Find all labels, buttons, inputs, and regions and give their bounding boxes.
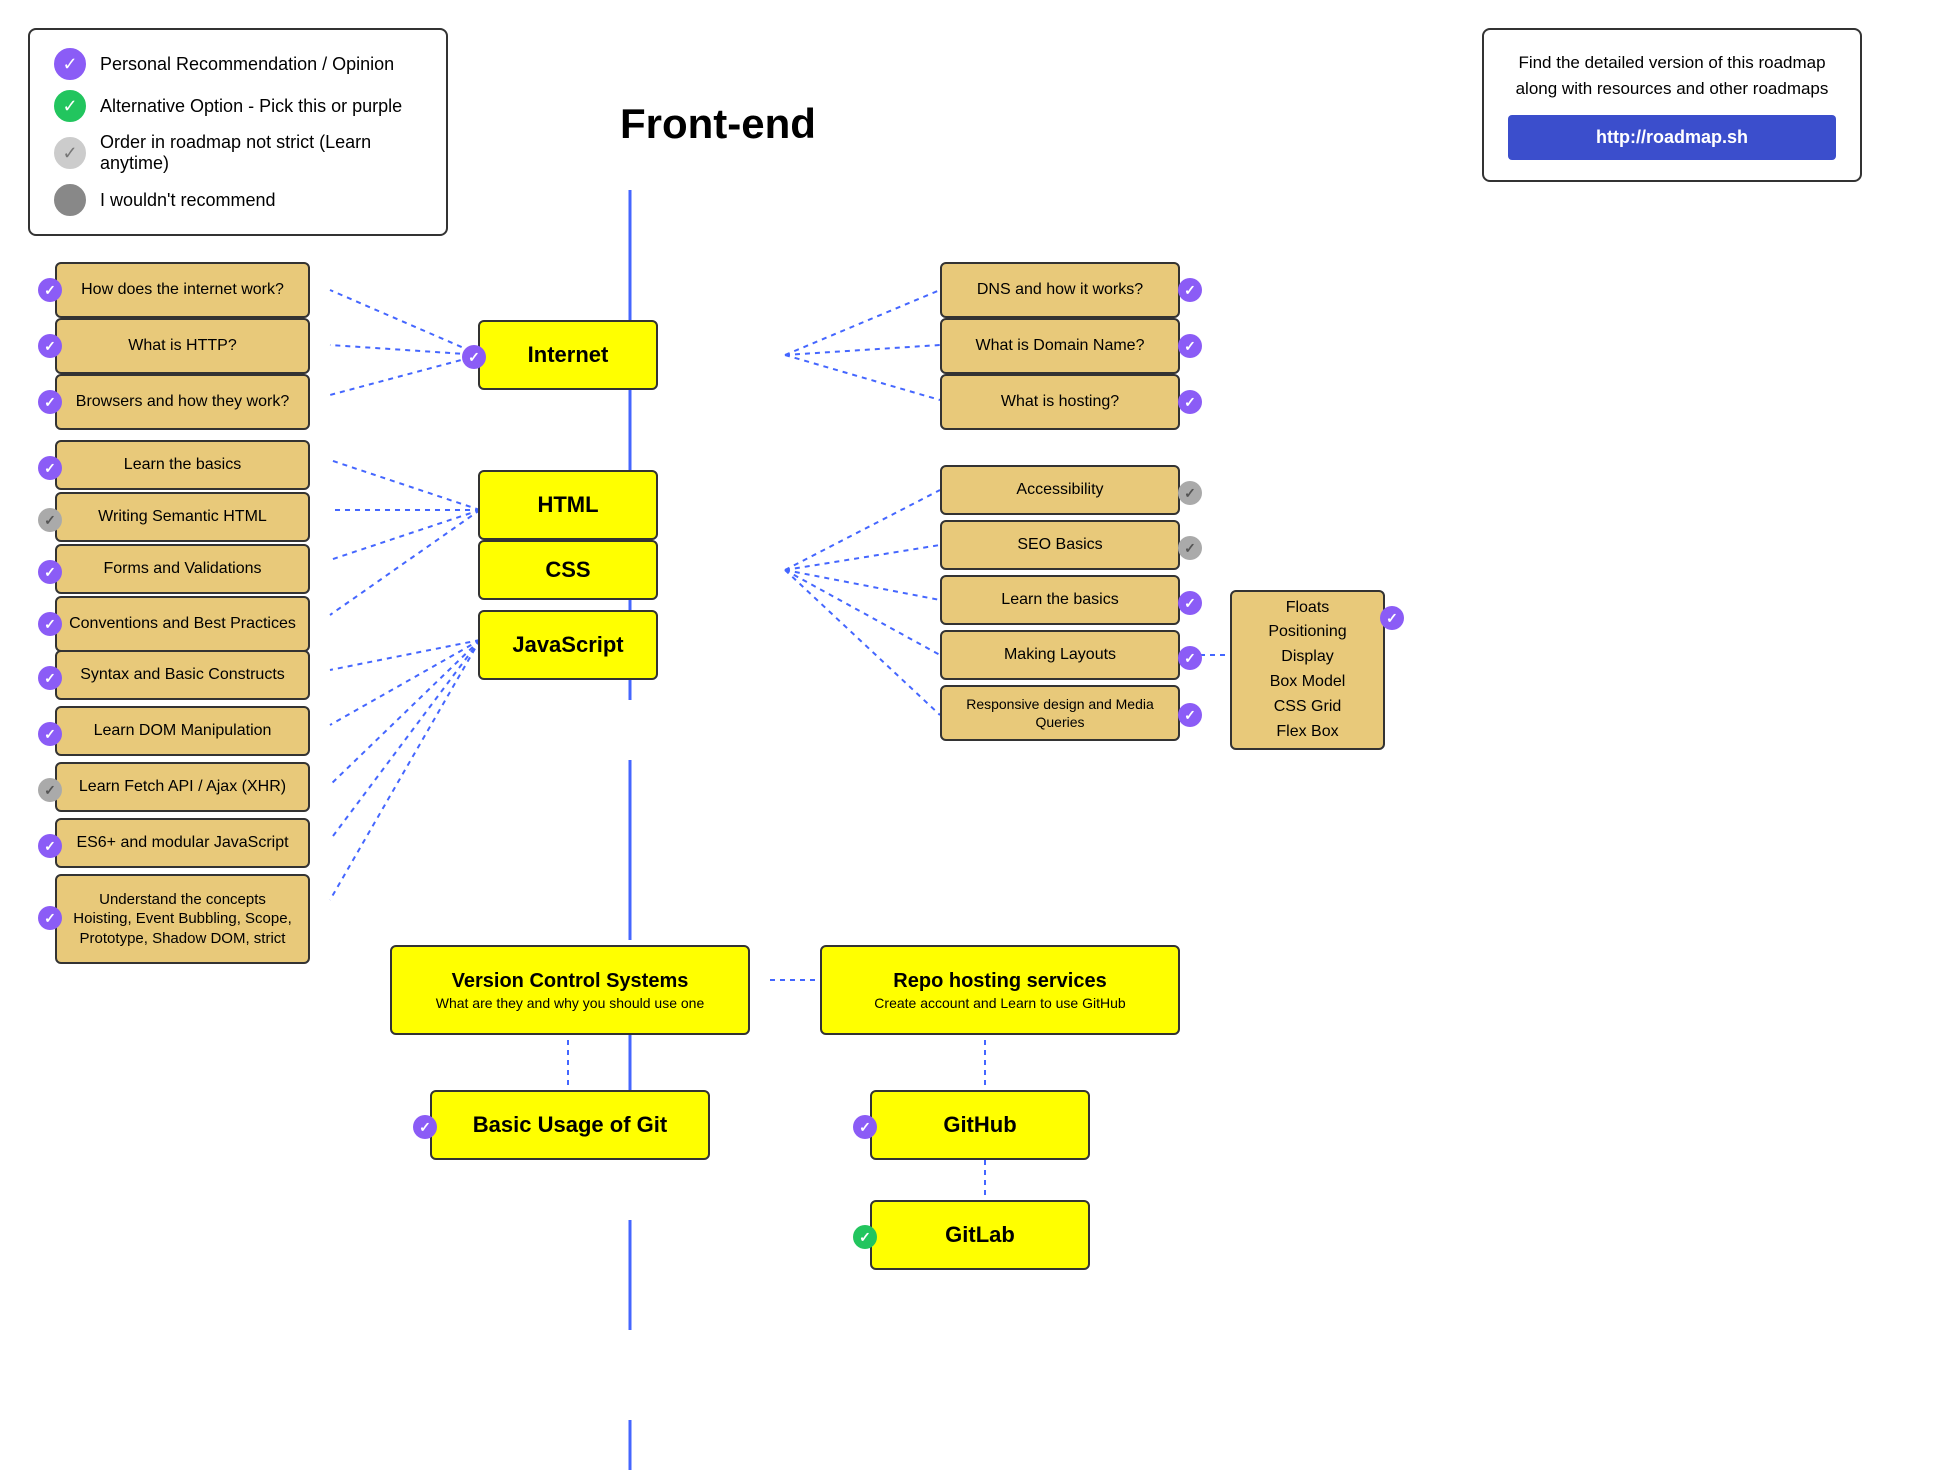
layouts-badge: ✓: [1178, 646, 1202, 670]
making-layouts-node: Making Layouts: [940, 630, 1180, 680]
domain-badge: ✓: [1178, 334, 1202, 358]
semantic-badge: ✓: [38, 508, 62, 532]
dom-manipulation-node: Learn DOM Manipulation: [55, 706, 310, 756]
how-internet-badge: ✓: [38, 278, 62, 302]
seo-badge: ✓: [1178, 536, 1202, 560]
syntax-badge: ✓: [38, 666, 62, 690]
green-check-icon: ✓: [54, 90, 86, 122]
es6-node: ES6+ and modular JavaScript: [55, 818, 310, 868]
dns-node: DNS and how it works?: [940, 262, 1180, 318]
purple-check-icon: ✓: [54, 48, 86, 80]
css-basics-badge: ✓: [1178, 591, 1202, 615]
legend-label-personal: Personal Recommendation / Opinion: [100, 54, 394, 75]
hosting-badge: ✓: [1178, 390, 1202, 414]
css-learn-basics-node: Learn the basics: [940, 575, 1180, 625]
conventions-node: Conventions and Best Practices: [55, 596, 310, 652]
info-text: Find the detailed version of this roadma…: [1508, 50, 1836, 101]
html-node: HTML: [478, 470, 658, 540]
legend-label-alternative: Alternative Option - Pick this or purple: [100, 96, 402, 117]
legend-item-personal: ✓ Personal Recommendation / Opinion: [54, 48, 422, 80]
browsers-node: Browsers and how they work?: [55, 374, 310, 430]
semantic-html-node: Writing Semantic HTML: [55, 492, 310, 542]
javascript-node: JavaScript: [478, 610, 658, 680]
what-http-badge: ✓: [38, 334, 62, 358]
dns-badge: ✓: [1178, 278, 1202, 302]
es6-badge: ✓: [38, 834, 62, 858]
css-details-node: Floats Positioning Display Box Model CSS…: [1230, 590, 1385, 750]
internet-node: Internet: [478, 320, 658, 390]
domain-name-node: What is Domain Name?: [940, 318, 1180, 374]
forms-node: Forms and Validations: [55, 544, 310, 594]
browsers-badge: ✓: [38, 390, 62, 414]
fetch-api-node: Learn Fetch API / Ajax (XHR): [55, 762, 310, 812]
vcs-node: Version Control Systems What are they an…: [390, 945, 750, 1035]
legend-label-order: Order in roadmap not strict (Learn anyti…: [100, 132, 422, 174]
github-node: GitHub: [870, 1090, 1090, 1160]
repo-hosting-node: Repo hosting services Create account and…: [820, 945, 1180, 1035]
github-badge: ✓: [853, 1115, 877, 1139]
basic-git-node: Basic Usage of Git: [430, 1090, 710, 1160]
hosting-node: What is hosting?: [940, 374, 1180, 430]
concepts-node: Understand the concepts Hoisting, Event …: [55, 874, 310, 964]
internet-badge: ✓: [462, 345, 486, 369]
responsive-badge: ✓: [1178, 703, 1202, 727]
basic-git-badge: ✓: [413, 1115, 437, 1139]
html-basics-badge: ✓: [38, 456, 62, 480]
syntax-node: Syntax and Basic Constructs: [55, 650, 310, 700]
page-title: Front-end: [620, 100, 816, 148]
roadmap-link[interactable]: http://roadmap.sh: [1508, 115, 1836, 160]
legend-box: ✓ Personal Recommendation / Opinion ✓ Al…: [28, 28, 448, 236]
legend-item-not-recommended: I wouldn't recommend: [54, 184, 422, 216]
concepts-badge: ✓: [38, 906, 62, 930]
fetch-badge: ✓: [38, 778, 62, 802]
what-http-node: What is HTTP?: [55, 318, 310, 374]
css-details-badge: ✓: [1380, 606, 1404, 630]
responsive-node: Responsive design and Media Queries: [940, 685, 1180, 741]
gitlab-node: GitLab: [870, 1200, 1090, 1270]
gitlab-badge: ✓: [853, 1225, 877, 1249]
how-internet-node: How does the internet work?: [55, 262, 310, 318]
info-box: Find the detailed version of this roadma…: [1482, 28, 1862, 182]
gray-light-check-icon: ✓: [54, 137, 86, 169]
accessibility-node: Accessibility: [940, 465, 1180, 515]
html-learn-basics-node: Learn the basics: [55, 440, 310, 490]
legend-label-not-recommended: I wouldn't recommend: [100, 190, 276, 211]
gray-dark-icon: [54, 184, 86, 216]
seo-basics-node: SEO Basics: [940, 520, 1180, 570]
css-node: CSS: [478, 540, 658, 600]
conventions-badge: ✓: [38, 612, 62, 636]
forms-badge: ✓: [38, 560, 62, 584]
dom-badge: ✓: [38, 722, 62, 746]
accessibility-badge: ✓: [1178, 481, 1202, 505]
legend-item-order: ✓ Order in roadmap not strict (Learn any…: [54, 132, 422, 174]
legend-item-alternative: ✓ Alternative Option - Pick this or purp…: [54, 90, 422, 122]
